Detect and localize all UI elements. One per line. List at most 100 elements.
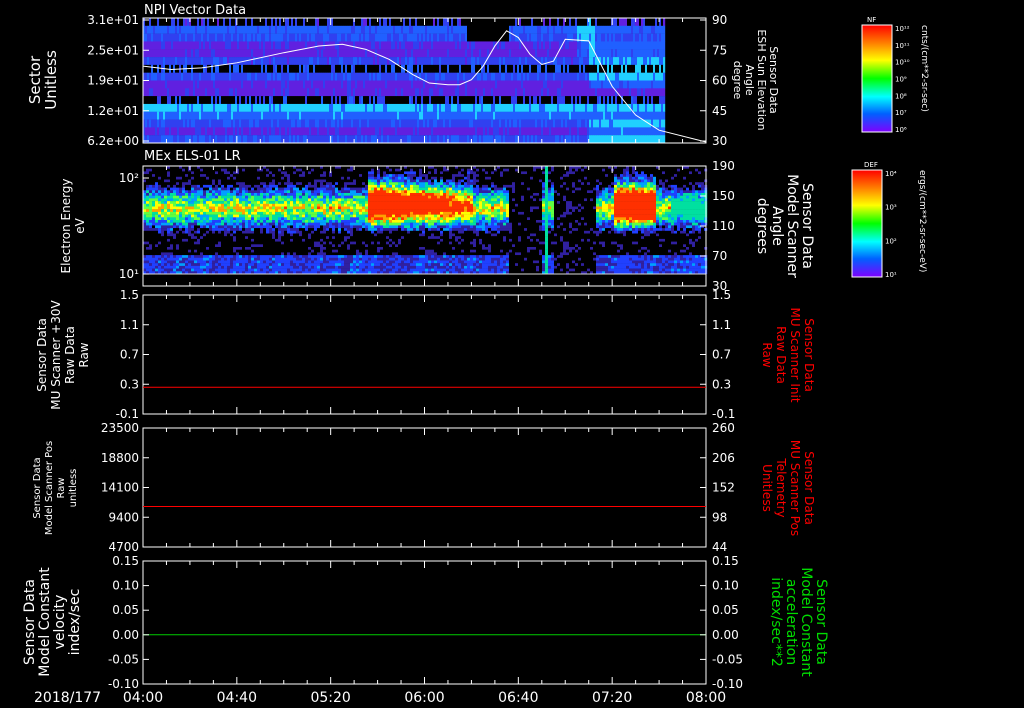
- heat-cell: [275, 57, 278, 66]
- heat-cell: [221, 103, 224, 112]
- heat-cell: [176, 244, 180, 248]
- heat-cell: [313, 80, 316, 89]
- heat-cell: [517, 80, 520, 89]
- heat-cell: [487, 80, 490, 89]
- heat-cell: [179, 228, 183, 231]
- heat-cell: [167, 179, 171, 183]
- heat-cell: [427, 49, 430, 58]
- heat-cell: [223, 127, 226, 136]
- heat-cell: [329, 80, 332, 89]
- heat-cell: [643, 64, 646, 73]
- heat-cell: [601, 119, 604, 128]
- heat-cell: [337, 119, 340, 128]
- heat-cell: [493, 33, 496, 42]
- heat-cell: [201, 57, 204, 66]
- heat-cell: [321, 135, 324, 144]
- heat-cell: [170, 268, 174, 272]
- heat-cell: [243, 103, 246, 112]
- heat-cell: [185, 222, 189, 226]
- heat-cell: [527, 119, 530, 128]
- heat-cell: [489, 25, 492, 34]
- heat-cell: [607, 41, 610, 50]
- heat-cell: [489, 88, 492, 97]
- heat-cell: [209, 72, 212, 81]
- heat-cell: [437, 127, 440, 136]
- heat-cell: [255, 119, 258, 128]
- heat-cell: [523, 127, 526, 136]
- heat-cell: [277, 25, 280, 34]
- heat-cell: [253, 57, 256, 66]
- heat-cell: [421, 96, 424, 105]
- heat-cell: [321, 33, 324, 42]
- heat-cell: [164, 230, 168, 234]
- heat-cell: [323, 64, 326, 73]
- heat-cell: [563, 57, 566, 66]
- heat-cell: [173, 135, 176, 144]
- heat-cell: [149, 25, 152, 34]
- heat-cell: [647, 111, 650, 120]
- colorbar1-tick: 10⁷: [895, 109, 907, 117]
- heat-cell: [163, 135, 166, 144]
- heat-cell: [415, 49, 418, 58]
- heat-cell: [617, 18, 620, 27]
- heat-cell: [145, 41, 148, 50]
- heat-cell: [495, 96, 498, 105]
- heat-cell: [411, 119, 414, 128]
- heat-cell: [199, 33, 202, 42]
- heat-cell: [179, 230, 183, 234]
- heat-cell: [191, 179, 195, 183]
- heat-cell: [173, 233, 177, 237]
- heat-cell: [176, 190, 180, 194]
- heat-cell: [595, 111, 598, 120]
- heat-cell: [543, 80, 546, 89]
- heat-cell: [229, 64, 232, 73]
- heat-cell: [237, 111, 240, 120]
- heat-cell: [149, 228, 153, 231]
- heat-cell: [511, 18, 514, 27]
- heat-cell: [171, 88, 174, 97]
- heat-cell: [597, 88, 600, 97]
- heat-cell: [385, 25, 388, 34]
- heat-cell: [631, 33, 634, 42]
- heat-cell: [601, 57, 604, 66]
- heat-cell: [407, 119, 410, 128]
- heat-cell: [349, 88, 352, 97]
- heat-cell: [375, 127, 378, 136]
- heat-cell: [631, 96, 634, 105]
- heat-cell: [176, 195, 180, 199]
- heat-cell: [461, 135, 464, 144]
- heat-cell: [301, 127, 304, 136]
- heat-cell: [431, 72, 434, 81]
- heat-cell: [371, 88, 374, 97]
- heat-cell: [289, 127, 292, 136]
- heat-cell: [367, 64, 370, 73]
- heat-cell: [479, 25, 482, 34]
- heat-cell: [401, 64, 404, 73]
- heat-cell: [427, 25, 430, 34]
- heat-cell: [611, 103, 614, 112]
- heat-cell: [613, 64, 616, 73]
- heat-cell: [158, 179, 162, 183]
- heat-cell: [501, 72, 504, 81]
- heat-cell: [229, 33, 232, 42]
- heat-cell: [231, 33, 234, 42]
- heat-cell: [455, 25, 458, 34]
- heat-cell: [170, 182, 174, 186]
- heat-cell: [465, 119, 468, 128]
- heat-cell: [158, 257, 162, 261]
- heat-cell: [355, 88, 358, 97]
- heat-cell: [453, 119, 456, 128]
- heat-cell: [543, 96, 546, 105]
- heat-cell: [249, 18, 252, 27]
- heat-cell: [613, 18, 616, 27]
- heat-cell: [255, 96, 258, 105]
- heat-cell: [465, 57, 468, 66]
- heat-cell: [381, 18, 384, 27]
- heat-cell: [479, 111, 482, 120]
- heat-cell: [182, 263, 186, 267]
- heat-cell: [505, 103, 508, 112]
- heat-cell: [659, 96, 662, 105]
- heat-cell: [363, 88, 366, 97]
- heat-cell: [461, 127, 464, 136]
- heat-cell: [149, 233, 153, 237]
